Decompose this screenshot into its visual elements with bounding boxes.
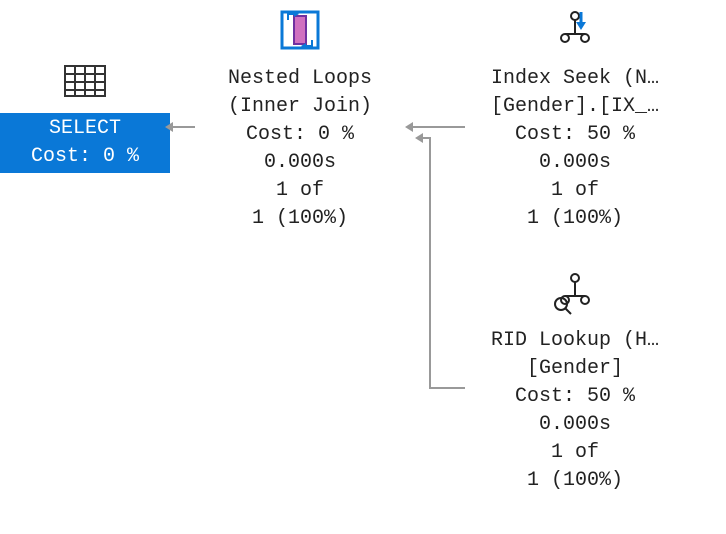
node-rows1: 1 of — [460, 177, 690, 205]
node-subtitle: (Inner Join) — [190, 93, 410, 121]
select-highlight: SELECT Cost: 0 % — [0, 113, 170, 173]
node-rows1: 1 of — [190, 177, 410, 205]
plan-node-select: SELECT Cost: 0 % — [0, 62, 170, 173]
node-cost: Cost: 0 % — [6, 143, 164, 171]
node-subtitle: [Gender] — [460, 355, 690, 383]
node-rows2: 1 (100%) — [190, 205, 410, 233]
rid-lookup-icon — [460, 268, 690, 323]
plan-node-rid-lookup: RID Lookup (H… [Gender] Cost: 50 % 0.000… — [460, 268, 690, 495]
connector-nested-seek — [405, 120, 465, 134]
node-rows2: 1 (100%) — [460, 467, 690, 495]
index-seek-icon — [460, 6, 690, 61]
node-time: 0.000s — [460, 149, 690, 177]
node-cost: Cost: 0 % — [190, 121, 410, 149]
result-table-icon — [0, 62, 170, 109]
node-time: 0.000s — [460, 411, 690, 439]
node-title: RID Lookup (H… — [465, 327, 685, 355]
node-title: SELECT — [6, 115, 164, 143]
node-cost: Cost: 50 % — [460, 121, 690, 149]
node-title: Index Seek (N… — [465, 65, 685, 93]
plan-node-index-seek: Index Seek (N… [Gender].[IX_… Cost: 50 %… — [460, 6, 690, 233]
node-subtitle: [Gender].[IX_… — [465, 93, 685, 121]
node-time: 0.000s — [190, 149, 410, 177]
node-rows2: 1 (100%) — [460, 205, 690, 233]
node-cost: Cost: 50 % — [460, 383, 690, 411]
nested-loops-icon — [190, 6, 410, 61]
node-rows1: 1 of — [460, 439, 690, 467]
plan-node-nested-loops: Nested Loops (Inner Join) Cost: 0 % 0.00… — [190, 6, 410, 233]
node-title: Nested Loops — [190, 65, 410, 93]
